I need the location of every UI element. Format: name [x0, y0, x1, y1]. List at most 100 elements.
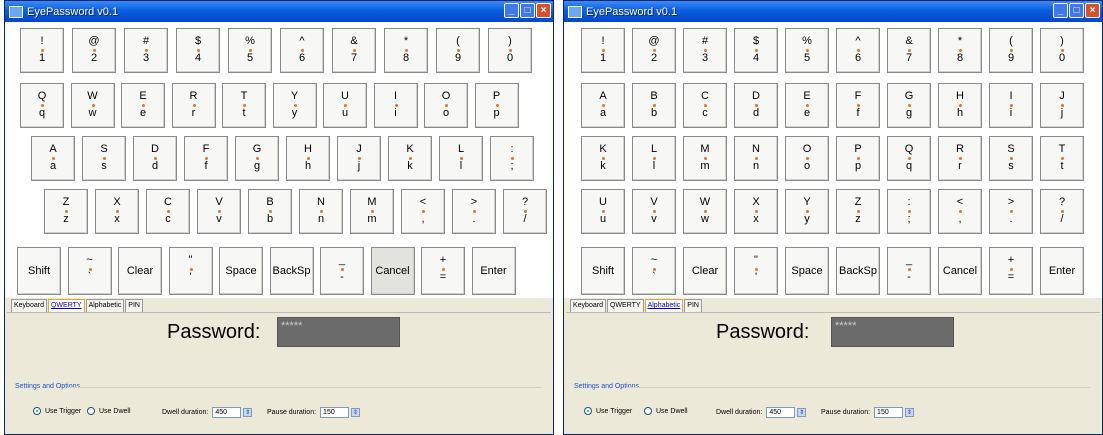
key-u[interactable]: Uu	[323, 83, 367, 128]
pause-spinner-icon[interactable]: ⇕	[905, 408, 915, 417]
tab-keyboard[interactable]: Keyboard	[11, 299, 47, 313]
key-lt[interactable]: <,	[401, 189, 445, 234]
key-r[interactable]: Rr	[938, 136, 982, 181]
key-j[interactable]: Jj	[337, 136, 381, 181]
key-hash[interactable]: #3	[124, 28, 168, 73]
maximize-button[interactable]: □	[1069, 3, 1084, 18]
key-i[interactable]: Ii	[989, 83, 1033, 128]
use-trigger-option[interactable]: Use Trigger	[584, 407, 632, 415]
key-g[interactable]: Gg	[887, 83, 931, 128]
pause-duration-input[interactable]: 150	[874, 407, 904, 418]
key-x[interactable]: Xx	[95, 189, 139, 234]
key-w[interactable]: Ww	[683, 189, 727, 234]
title-bar[interactable]: EyePassword v0.1 _ □ ×	[5, 1, 553, 22]
key-question[interactable]: ? /	[1040, 189, 1084, 234]
key-exclaim[interactable]: ! 1	[20, 28, 64, 73]
key-s[interactable]: Ss	[82, 136, 126, 181]
tab-pin[interactable]: PIN	[125, 299, 143, 313]
key-h[interactable]: Hh	[938, 83, 982, 128]
key-v[interactable]: Vv	[632, 189, 676, 234]
cancel-key[interactable]: Cancel	[370, 247, 415, 295]
key-lparen[interactable]: (9	[436, 28, 480, 73]
password-field[interactable]: *****	[277, 317, 400, 347]
key-star[interactable]: * 8	[384, 28, 428, 73]
maximize-button[interactable]: □	[520, 3, 535, 18]
key-l[interactable]: Ll	[439, 136, 483, 181]
key-caret[interactable]: ^ 6	[836, 28, 880, 73]
use-trigger-radio[interactable]	[584, 407, 592, 415]
key-amp[interactable]: & 7	[332, 28, 376, 73]
dwell-duration-input[interactable]: 450	[212, 407, 242, 418]
key-question[interactable]: ? /	[503, 189, 547, 234]
tab-qwerty[interactable]: QWERTY	[606, 299, 644, 313]
key-plus[interactable]: + =	[421, 247, 465, 295]
key-c[interactable]: Cc	[146, 189, 190, 234]
key-y[interactable]: Yy	[785, 189, 829, 234]
key-at[interactable]: @2	[632, 28, 676, 73]
key-l[interactable]: Ll	[632, 136, 676, 181]
key-r[interactable]: Rr	[171, 83, 216, 128]
key-hash[interactable]: #3	[683, 28, 727, 73]
key-d[interactable]: Dd	[133, 136, 177, 181]
key-rparen[interactable]: ) 0	[488, 28, 532, 73]
cancel-key[interactable]: Cancel	[938, 247, 982, 295]
key-tilde[interactable]: ~ `	[67, 247, 112, 295]
key-m[interactable]: Mm	[350, 189, 394, 234]
tab-alphabetic[interactable]: Alphabetic	[644, 299, 684, 313]
use-dwell-radio[interactable]	[87, 407, 95, 415]
key-tilde[interactable]: ~ `	[632, 247, 676, 295]
use-trigger-option[interactable]: Use Trigger	[33, 407, 81, 415]
key-f[interactable]: Ff	[184, 136, 228, 181]
key-q[interactable]: Qq	[20, 83, 64, 128]
key-underscore[interactable]: _ -	[320, 247, 364, 295]
key-colon[interactable]: :;	[490, 136, 534, 181]
key-p[interactable]: Pp	[836, 136, 880, 181]
key-t[interactable]: Tt	[1040, 136, 1084, 181]
key-lt[interactable]: <,	[938, 189, 982, 234]
title-bar[interactable]: EyePassword v0.1 _ □ ×	[564, 1, 1102, 22]
key-o[interactable]: Oo	[785, 136, 829, 181]
use-dwell-option[interactable]: Use Dwell	[644, 407, 688, 415]
key-q[interactable]: Qq	[887, 136, 931, 181]
backsp-key[interactable]: BackSp	[836, 247, 880, 295]
key-z[interactable]: Zz	[836, 189, 880, 234]
key-w[interactable]: Ww	[70, 83, 115, 128]
key-f[interactable]: Ff	[836, 83, 880, 128]
key-quote[interactable]: " '	[168, 247, 213, 295]
tab-pin[interactable]: PIN	[684, 299, 702, 313]
key-b[interactable]: Bb	[248, 189, 292, 234]
key-percent[interactable]: % 5	[228, 28, 272, 73]
key-a[interactable]: Aa	[581, 83, 625, 128]
backsp-key[interactable]: BackSp	[269, 247, 314, 295]
key-plus[interactable]: + =	[989, 247, 1033, 295]
pause-duration-input[interactable]: 150	[320, 407, 350, 418]
key-z[interactable]: Zz	[44, 189, 88, 234]
use-dwell-option[interactable]: Use Dwell	[87, 407, 131, 415]
key-a[interactable]: Aa	[31, 136, 75, 181]
shift-key[interactable]: Shift	[581, 247, 625, 295]
tab-qwerty[interactable]: QWERTY	[47, 299, 85, 313]
key-b[interactable]: Bb	[632, 83, 676, 128]
shift-key[interactable]: Shift	[17, 247, 61, 295]
enter-key[interactable]: Enter	[471, 247, 516, 295]
key-k[interactable]: Kk	[388, 136, 432, 181]
key-x[interactable]: Xx	[734, 189, 778, 234]
key-y[interactable]: Yy	[272, 83, 317, 128]
password-field[interactable]: *****	[831, 317, 954, 347]
space-key[interactable]: Space	[785, 247, 829, 295]
dwell-spinner-icon[interactable]: ⇕	[797, 408, 807, 417]
key-o[interactable]: Oo	[424, 83, 468, 128]
key-n[interactable]: Nn	[299, 189, 343, 234]
key-gt[interactable]: >.	[989, 189, 1033, 234]
key-i[interactable]: Ii	[373, 83, 418, 128]
minimize-button[interactable]: _	[1053, 3, 1068, 18]
key-m[interactable]: Mm	[683, 136, 727, 181]
close-button[interactable]: ×	[536, 3, 551, 18]
key-g[interactable]: Gg	[235, 136, 279, 181]
clear-key[interactable]: Clear	[118, 247, 162, 295]
key-dollar[interactable]: $4	[176, 28, 220, 73]
key-dollar[interactable]: $4	[734, 28, 778, 73]
key-gt[interactable]: >.	[452, 189, 496, 234]
clear-key[interactable]: Clear	[683, 247, 727, 295]
key-caret[interactable]: ^ 6	[280, 28, 324, 73]
